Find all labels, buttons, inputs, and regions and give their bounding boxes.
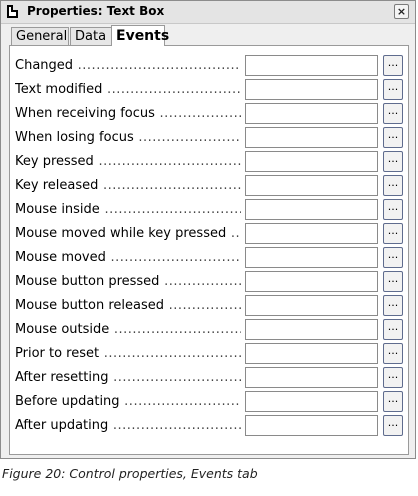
assign-macro-button[interactable]: ... <box>383 343 403 364</box>
event-label: Mouse outside <box>15 322 241 337</box>
event-macro-field[interactable] <box>245 247 378 268</box>
assign-macro-button[interactable]: ... <box>383 247 403 268</box>
event-label: Mouse button pressed <box>15 274 241 289</box>
event-row-mouse-button-pressed: Mouse button pressed ... <box>10 270 408 294</box>
tab-data[interactable]: Data <box>70 27 112 45</box>
event-row-text-modified: Text modified ... <box>10 78 408 102</box>
assign-macro-button[interactable]: ... <box>383 415 403 436</box>
document-icon <box>7 5 18 18</box>
event-row-when-losing-focus: When losing focus ... <box>10 126 408 150</box>
event-macro-field[interactable] <box>245 79 378 100</box>
event-row-key-released: Key released ... <box>10 174 408 198</box>
assign-macro-button[interactable]: ... <box>383 271 403 292</box>
assign-macro-button[interactable]: ... <box>383 295 403 316</box>
event-label: Key pressed <box>15 154 241 169</box>
assign-macro-button[interactable]: ... <box>383 199 403 220</box>
event-label: When receiving focus <box>15 106 241 121</box>
event-row-after-updating: After updating ... <box>10 414 408 438</box>
assign-macro-button[interactable]: ... <box>383 151 403 172</box>
event-row-mouse-inside: Mouse inside ... <box>10 198 408 222</box>
assign-macro-button[interactable]: ... <box>383 79 403 100</box>
event-macro-field[interactable] <box>245 367 378 388</box>
event-label: Changed <box>15 58 241 73</box>
event-macro-field[interactable] <box>245 103 378 124</box>
assign-macro-button[interactable]: ... <box>383 319 403 340</box>
event-macro-field[interactable] <box>245 55 378 76</box>
event-row-mouse-moved-while-key-pressed: Mouse moved while key pressed ... <box>10 222 408 246</box>
event-macro-field[interactable] <box>245 127 378 148</box>
event-macro-field[interactable] <box>245 415 378 436</box>
event-macro-field[interactable] <box>245 295 378 316</box>
event-row-mouse-button-released: Mouse button released ... <box>10 294 408 318</box>
assign-macro-button[interactable]: ... <box>383 127 403 148</box>
event-label: Prior to reset <box>15 346 241 361</box>
dialog-title: Properties: Text Box <box>27 4 165 18</box>
assign-macro-button[interactable]: ... <box>383 367 403 388</box>
event-label: After resetting <box>15 370 241 385</box>
event-row-before-updating: Before updating ... <box>10 390 408 414</box>
event-label: When losing focus <box>15 130 241 145</box>
tab-events[interactable]: Events <box>111 25 169 46</box>
event-label: Mouse inside <box>15 202 241 217</box>
event-row-key-pressed: Key pressed ... <box>10 150 408 174</box>
assign-macro-button[interactable]: ... <box>383 223 403 244</box>
event-row-when-receiving-focus: When receiving focus ... <box>10 102 408 126</box>
event-macro-field[interactable] <box>245 199 378 220</box>
event-macro-field[interactable] <box>245 391 378 412</box>
event-label: Before updating <box>15 394 241 409</box>
event-macro-field[interactable] <box>245 319 378 340</box>
event-macro-field[interactable] <box>245 271 378 292</box>
properties-dialog: Properties: Text Box × General Data Even… <box>0 0 416 459</box>
event-macro-field[interactable] <box>245 223 378 244</box>
event-label: Key released <box>15 178 241 193</box>
assign-macro-button[interactable]: ... <box>383 103 403 124</box>
event-row-mouse-outside: Mouse outside ... <box>10 318 408 342</box>
event-macro-field[interactable] <box>245 151 378 172</box>
event-label: Text modified <box>15 82 241 97</box>
assign-macro-button[interactable]: ... <box>383 391 403 412</box>
event-macro-field[interactable] <box>245 343 378 364</box>
events-panel: Changed ... Text modified ... When recei… <box>9 45 409 455</box>
event-row-prior-to-reset: Prior to reset ... <box>10 342 408 366</box>
title-bar[interactable]: Properties: Text Box × <box>1 1 415 24</box>
event-label: After updating <box>15 418 241 433</box>
event-row-mouse-moved: Mouse moved ... <box>10 246 408 270</box>
event-row-after-resetting: After resetting ... <box>10 366 408 390</box>
figure-caption: Figure 20: Control properties, Events ta… <box>2 466 258 481</box>
event-label: Mouse moved <box>15 250 241 265</box>
tab-general[interactable]: General <box>11 27 69 45</box>
event-macro-field[interactable] <box>245 175 378 196</box>
event-label: Mouse button released <box>15 298 241 313</box>
event-row-changed: Changed ... <box>10 54 408 78</box>
assign-macro-button[interactable]: ... <box>383 175 403 196</box>
event-label: Mouse moved while key pressed <box>15 226 241 241</box>
close-button[interactable]: × <box>394 4 409 19</box>
assign-macro-button[interactable]: ... <box>383 55 403 76</box>
